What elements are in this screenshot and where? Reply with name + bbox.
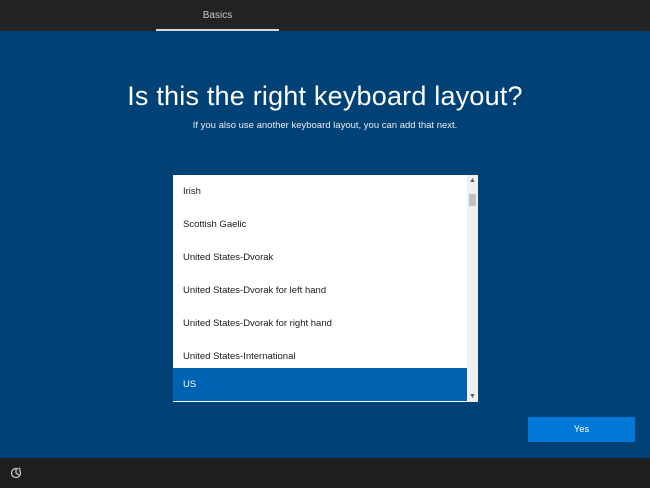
- list-item-irish[interactable]: Irish: [173, 175, 467, 208]
- list-item-us-dvorak[interactable]: United States-Dvorak: [173, 241, 467, 274]
- oobe-window: Basics Is this the right keyboard layout…: [0, 0, 650, 488]
- scroll-up-icon[interactable]: ▲: [467, 175, 478, 186]
- page-subtitle: If you also use another keyboard layout,…: [192, 120, 458, 131]
- list-item-us-dvorak-right[interactable]: United States-Dvorak for right hand: [173, 307, 467, 340]
- list-item-scottish-gaelic[interactable]: Scottish Gaelic: [173, 208, 467, 241]
- top-bar: Basics: [0, 0, 650, 31]
- scroll-down-icon[interactable]: ▼: [467, 391, 478, 402]
- ease-of-access-icon[interactable]: [9, 466, 23, 480]
- list-item-us-dvorak-left[interactable]: United States-Dvorak for left hand: [173, 274, 467, 307]
- list-scrollbar[interactable]: ▲ ▼: [467, 175, 478, 402]
- yes-button[interactable]: Yes: [528, 417, 635, 442]
- keyboard-layout-list[interactable]: Irish Scottish Gaelic United States-Dvor…: [173, 175, 478, 402]
- scroll-thumb[interactable]: [469, 194, 476, 206]
- page-title: Is this the right keyboard layout?: [127, 81, 523, 111]
- bottom-bar: [0, 458, 650, 488]
- main-panel: Is this the right keyboard layout? If yo…: [0, 31, 650, 458]
- tab-basics[interactable]: Basics: [156, 0, 279, 31]
- list-item-us[interactable]: US: [173, 368, 467, 401]
